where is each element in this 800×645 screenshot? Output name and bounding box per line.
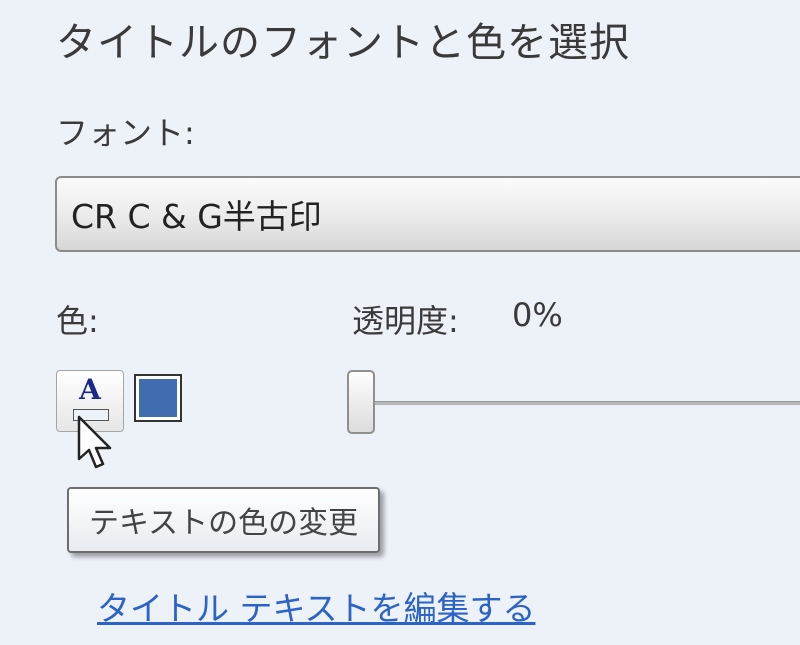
font-dropdown[interactable]: CR C & G半古印 <box>55 176 800 252</box>
edit-title-text-link[interactable]: タイトル テキストを編集する <box>97 582 536 630</box>
color-swatch-fill <box>139 379 177 417</box>
opacity-label: 透明度: <box>352 302 459 340</box>
mouse-pointer-icon <box>77 415 112 469</box>
tooltip: テキストの色の変更 <box>67 487 381 553</box>
opacity-value: 0% <box>512 296 563 334</box>
page-title: タイトルのフォントと色を選択 <box>56 20 630 66</box>
opacity-slider-thumb[interactable] <box>347 370 375 434</box>
color-label: 色: <box>56 302 99 340</box>
font-label: フォント: <box>56 114 195 152</box>
opacity-slider-track[interactable] <box>350 401 800 405</box>
text-color-icon: A <box>79 373 101 406</box>
tooltip-text: テキストの色の変更 <box>89 506 359 541</box>
color-swatch[interactable] <box>134 374 182 422</box>
font-dropdown-value: CR C & G半古印 <box>71 197 322 236</box>
title-font-color-panel: タイトルのフォントと色を選択 フォント: CR C & G半古印 色: 透明度:… <box>0 0 800 645</box>
